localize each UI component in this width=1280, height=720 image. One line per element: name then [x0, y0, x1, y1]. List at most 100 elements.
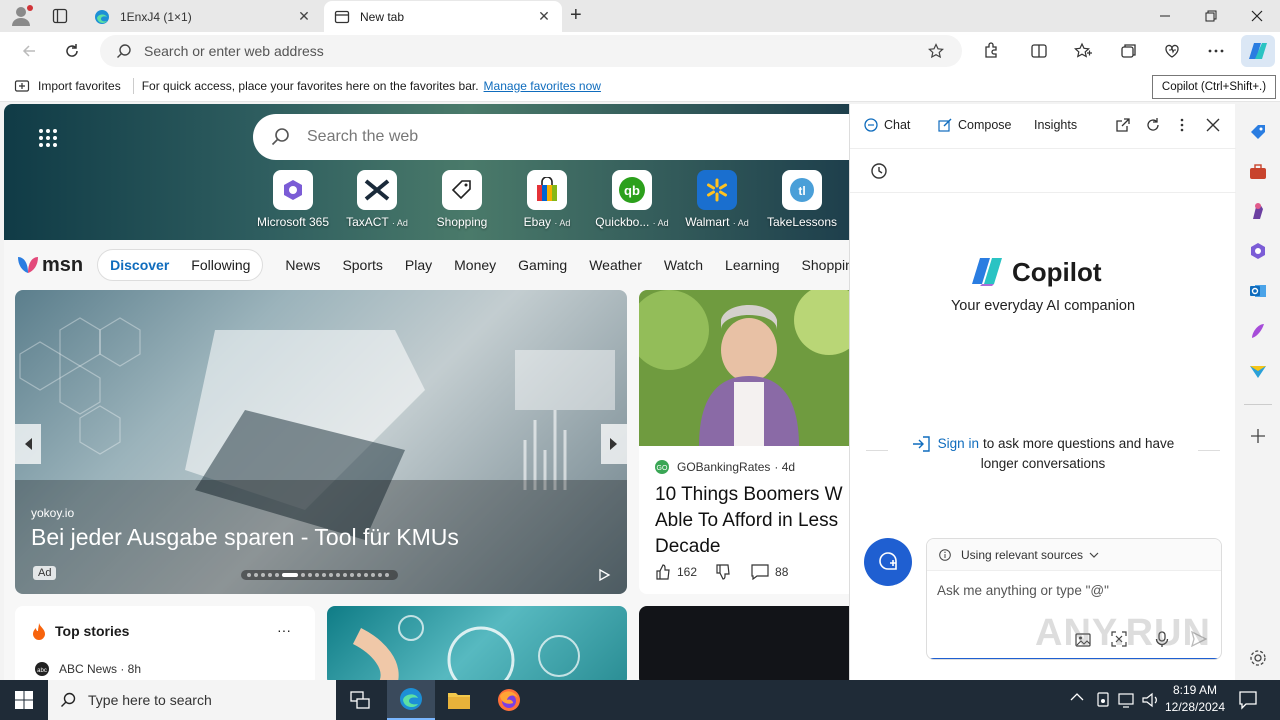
nav-watch[interactable]: Watch — [664, 257, 703, 273]
nav-learning[interactable]: Learning — [725, 257, 780, 273]
more-options-icon[interactable] — [1180, 118, 1184, 132]
news-card-shopping[interactable] — [327, 606, 627, 680]
carousel-next-icon[interactable] — [601, 424, 627, 464]
tray-chevron-up-icon[interactable] — [1070, 692, 1084, 702]
carousel-dot[interactable] — [261, 573, 265, 577]
carousel-dot[interactable] — [254, 573, 258, 577]
split-screen-icon[interactable] — [1024, 36, 1054, 66]
task-view-icon[interactable] — [336, 680, 384, 720]
restore-icon[interactable] — [1188, 0, 1234, 32]
carousel-dot[interactable] — [357, 573, 361, 577]
carousel-dot[interactable] — [343, 573, 347, 577]
tab-new-tab[interactable]: New tab ✕ — [324, 1, 562, 32]
copilot-button-icon[interactable] — [1241, 35, 1275, 67]
tray-device-icon[interactable] — [1096, 692, 1110, 708]
carousel-dot[interactable] — [247, 573, 251, 577]
taskbar-search[interactable]: Type here to search — [48, 680, 336, 720]
favorites-icon[interactable] — [1068, 36, 1098, 66]
web-search-input[interactable] — [307, 128, 807, 146]
carousel-dot[interactable] — [336, 573, 340, 577]
featured-carousel[interactable]: yokoy.io Bei jeder Ausgabe sparen - Tool… — [15, 290, 627, 594]
back-icon[interactable] — [14, 36, 44, 66]
manage-favorites-link[interactable]: Manage favorites now — [484, 79, 601, 93]
nav-weather[interactable]: Weather — [589, 257, 642, 273]
carousel-dot[interactable] — [385, 573, 389, 577]
firefox-icon[interactable] — [485, 680, 533, 720]
carousel-dots[interactable] — [241, 570, 398, 580]
news-card-dark[interactable] — [639, 606, 849, 680]
nav-sports[interactable]: Sports — [342, 257, 382, 273]
comment-icon[interactable] — [751, 564, 769, 580]
tab-image[interactable]: 1EnxJ4 (1×1) ✕ — [84, 1, 322, 32]
open-in-new-icon[interactable] — [1116, 118, 1130, 132]
carousel-dot[interactable] — [301, 573, 305, 577]
more-options-icon[interactable]: ··· — [277, 622, 291, 638]
signin-link[interactable]: Sign in — [938, 434, 979, 454]
app-launcher-icon[interactable] — [38, 128, 58, 148]
tray-volume-icon[interactable] — [1142, 692, 1160, 708]
history-icon[interactable] — [870, 162, 888, 180]
carousel-dot[interactable] — [350, 573, 354, 577]
quick-link-shopping[interactable]: Shopping — [420, 170, 504, 229]
settings-more-icon[interactable] — [1201, 36, 1231, 66]
file-explorer-icon[interactable] — [435, 680, 483, 720]
import-favorites-label[interactable]: Import favorites — [38, 79, 121, 93]
sidebar-games-icon[interactable] — [1248, 201, 1268, 221]
profile-avatar-icon[interactable] — [10, 5, 34, 27]
quick-link-microsoft-365[interactable]: Microsoft 365 — [251, 170, 335, 229]
sidebar-add-icon[interactable] — [1248, 426, 1268, 446]
browser-essentials-icon[interactable] — [1157, 36, 1187, 66]
dislike-icon[interactable] — [715, 564, 731, 580]
minimize-icon[interactable] — [1142, 0, 1188, 32]
tab-discover[interactable]: Discover — [110, 257, 169, 273]
copilot-tab-compose[interactable]: Compose — [938, 118, 1012, 132]
web-search-box[interactable] — [253, 114, 849, 160]
address-input[interactable] — [144, 43, 844, 59]
carousel-prev-icon[interactable] — [15, 424, 41, 464]
quick-link-quickbooks[interactable]: qb Quickbo... · Ad — [590, 170, 674, 229]
carousel-dot[interactable] — [371, 573, 375, 577]
sidebar-settings-icon[interactable] — [1248, 648, 1268, 668]
edge-taskbar-icon[interactable] — [387, 680, 435, 720]
carousel-dot[interactable] — [322, 573, 326, 577]
tab-following[interactable]: Following — [191, 257, 250, 273]
copilot-tab-insights[interactable]: Insights — [1034, 118, 1077, 132]
carousel-dot[interactable] — [282, 573, 298, 577]
close-window-icon[interactable] — [1234, 0, 1280, 32]
new-tab-plus-icon[interactable]: + — [570, 5, 590, 26]
ad-choices-icon[interactable] — [597, 568, 611, 582]
sidebar-tools-icon[interactable] — [1248, 162, 1268, 182]
sources-selector[interactable]: Using relevant sources — [927, 539, 1221, 571]
carousel-headline[interactable]: Bei jeder Ausgabe sparen - Tool für KMUs — [31, 524, 459, 551]
carousel-dot[interactable] — [268, 573, 272, 577]
nav-money[interactable]: Money — [454, 257, 496, 273]
sidebar-designer-icon[interactable] — [1248, 321, 1268, 341]
close-panel-icon[interactable] — [1206, 118, 1220, 132]
address-bar[interactable] — [100, 35, 962, 67]
extensions-icon[interactable] — [976, 36, 1006, 66]
new-topic-button[interactable] — [864, 538, 912, 586]
taskbar-clock[interactable]: 8:19 AM 12/28/2024 — [1160, 682, 1230, 716]
quick-link-takelessons[interactable]: tl TakeLessons — [760, 170, 844, 229]
nav-gaming[interactable]: Gaming — [518, 257, 567, 273]
refresh-icon[interactable] — [57, 36, 87, 66]
favorite-star-icon[interactable] — [928, 43, 944, 59]
notifications-icon[interactable] — [1238, 690, 1258, 710]
nav-shopping[interactable]: Shoppin — [802, 257, 849, 273]
carousel-dot[interactable] — [315, 573, 319, 577]
carousel-dot[interactable] — [364, 573, 368, 577]
sidebar-microsoft-365-icon[interactable] — [1248, 241, 1268, 261]
quick-link-walmart[interactable]: Walmart · Ad — [675, 170, 759, 229]
refresh-icon[interactable] — [1146, 118, 1160, 132]
copilot-tab-chat[interactable]: Chat — [864, 118, 910, 132]
carousel-dot[interactable] — [329, 573, 333, 577]
sidebar-send-icon[interactable] — [1248, 361, 1268, 381]
msn-logo[interactable]: msn — [16, 253, 83, 277]
tab-actions-icon[interactable] — [52, 8, 68, 24]
close-tab-icon[interactable]: ✕ — [296, 8, 312, 25]
sidebar-outlook-icon[interactable] — [1248, 281, 1268, 301]
carousel-dot[interactable] — [308, 573, 312, 577]
nav-news[interactable]: News — [285, 257, 320, 273]
close-tab-icon[interactable]: ✕ — [536, 8, 552, 25]
news-card-gobankingrates[interactable]: GO GOBankingRates · 4d 10 Things Boomers… — [639, 290, 849, 594]
